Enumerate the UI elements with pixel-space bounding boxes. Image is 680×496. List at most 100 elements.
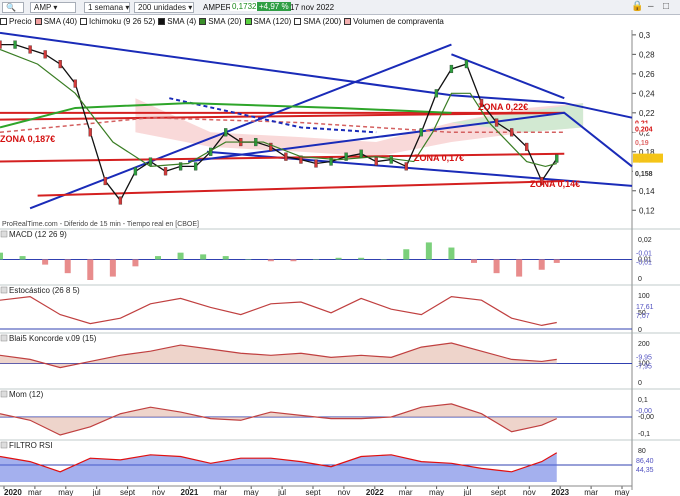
price-candle (43, 50, 47, 59)
macd-bar (177, 252, 184, 260)
macd-bar (87, 259, 94, 280)
zone-annotation: ZONA 0,187€ (0, 134, 55, 144)
macd-bar (313, 259, 319, 260)
zone-annotation: ZONA 0,22€ (478, 102, 528, 112)
macd-bar (448, 247, 455, 260)
y-tick-label: 80 (638, 448, 646, 455)
macd-bar (0, 252, 3, 260)
x-tick-label: jul (462, 488, 471, 496)
price-candle (103, 176, 107, 186)
macd-bar (380, 259, 387, 260)
indicator-area (0, 403, 557, 435)
macd-bar (155, 256, 161, 260)
x-tick-label: nov (337, 488, 350, 496)
price-candle (88, 128, 92, 137)
price-label: 0,173 (635, 157, 653, 164)
panel-title: Estocástico (26 8 5) (9, 286, 80, 295)
indicator-value-label: 86,40 (636, 458, 654, 465)
panel-icon (0, 390, 8, 398)
price-candle (13, 40, 17, 49)
y-tick-label: -0,1 (638, 431, 650, 438)
x-tick-label: may (58, 488, 73, 496)
price-candle (494, 118, 499, 127)
indicator-value-label: -7,95 (636, 364, 652, 371)
indicator-value-label: 44,35 (636, 467, 654, 474)
watermark: ProRealTime.com - Diferido de 15 min - T… (2, 221, 199, 228)
x-tick-label: mar (399, 488, 413, 496)
trading-app: 🔍 AMP ▾ 1 semana ▾ 200 unidades ▾ AMPER … (0, 0, 680, 496)
macd-bar (245, 259, 252, 260)
price-label: 0,19 (635, 140, 649, 147)
price-candle (434, 89, 439, 98)
price-candle (374, 157, 378, 166)
price-candle (509, 128, 514, 137)
y-tick-label: 200 (638, 341, 650, 348)
macd-bar (493, 259, 500, 274)
y-tick-label: 0,02 (638, 237, 652, 244)
x-tick-label: sept (120, 488, 136, 496)
zone-annotation: ZONA 0,14€ (530, 179, 580, 189)
x-tick-label: sept (305, 488, 321, 496)
price-candle (0, 40, 2, 49)
price-candle (118, 196, 123, 205)
x-tick-label: 2023 (551, 488, 569, 496)
y-tick-label: 0 (638, 276, 642, 283)
price-candle (555, 154, 559, 163)
macd-bar (222, 256, 229, 260)
y-tick-label: 0 (638, 380, 642, 387)
indicator-value-label: -0,01 (636, 251, 652, 258)
x-tick-label: 2021 (181, 488, 199, 496)
macd-bar (200, 254, 207, 260)
x-tick-label: may (429, 488, 444, 496)
chart-area[interactable]: 0,30,280,260,240,220,20,180,160,140,12ZO… (0, 0, 680, 496)
y-tick-label: 100 (638, 293, 650, 300)
y-tick-label: 0,3 (639, 31, 651, 40)
price-candle (163, 167, 168, 176)
price-candle (58, 60, 62, 69)
x-tick-label: 2022 (366, 488, 384, 496)
macd-bar (335, 257, 342, 260)
macd-bar (425, 242, 432, 260)
x-tick-label: may (614, 488, 629, 496)
panel-title: Mom (12) (9, 390, 44, 399)
indicator-value-label: 17,61 (636, 304, 654, 311)
y-tick-label: 0,24 (639, 89, 655, 98)
macd-bar (538, 259, 545, 270)
y-tick-label: 0,22 (639, 109, 655, 118)
price-candle (419, 128, 423, 137)
macd-bar (64, 259, 71, 274)
indicator-value-label: 7,07 (636, 313, 650, 320)
x-tick-label: mar (213, 488, 227, 496)
panel-title: MACD (12 26 9) (9, 230, 67, 239)
y-tick-label: 0,28 (639, 50, 655, 59)
y-tick-label: 0,14 (639, 187, 655, 196)
x-tick-label: 2020 (4, 488, 22, 496)
panel-icon (0, 334, 8, 342)
x-tick-label: nov (523, 488, 536, 496)
price-candle (449, 64, 454, 74)
price-candle (133, 167, 138, 176)
macd-bar (471, 259, 477, 263)
x-tick-label: jul (92, 488, 101, 496)
macd-bar (132, 259, 139, 267)
price-candle (525, 142, 529, 151)
macd-bar (553, 259, 560, 263)
x-tick-label: may (244, 488, 259, 496)
y-tick-label: 0,12 (639, 206, 655, 215)
x-tick-label: nov (152, 488, 165, 496)
macd-bar (403, 249, 410, 260)
macd-bar (290, 259, 297, 262)
macd-bar (19, 256, 26, 260)
macd-bar (516, 259, 523, 277)
panel-title: Blai5 Koncorde v.09 (15) (9, 334, 97, 343)
y-tick-label: 0,1 (638, 397, 648, 404)
indicator-value-label: -9,95 (636, 355, 652, 362)
panel-title: FILTRO RSI (9, 441, 52, 450)
x-tick-label: jul (277, 488, 286, 496)
y-tick-label: 0,26 (639, 70, 655, 79)
x-tick-label: mar (584, 488, 598, 496)
x-tick-label: sept (491, 488, 507, 496)
price-candle (359, 149, 363, 158)
price-candle (464, 60, 469, 69)
price-candle (389, 155, 393, 164)
